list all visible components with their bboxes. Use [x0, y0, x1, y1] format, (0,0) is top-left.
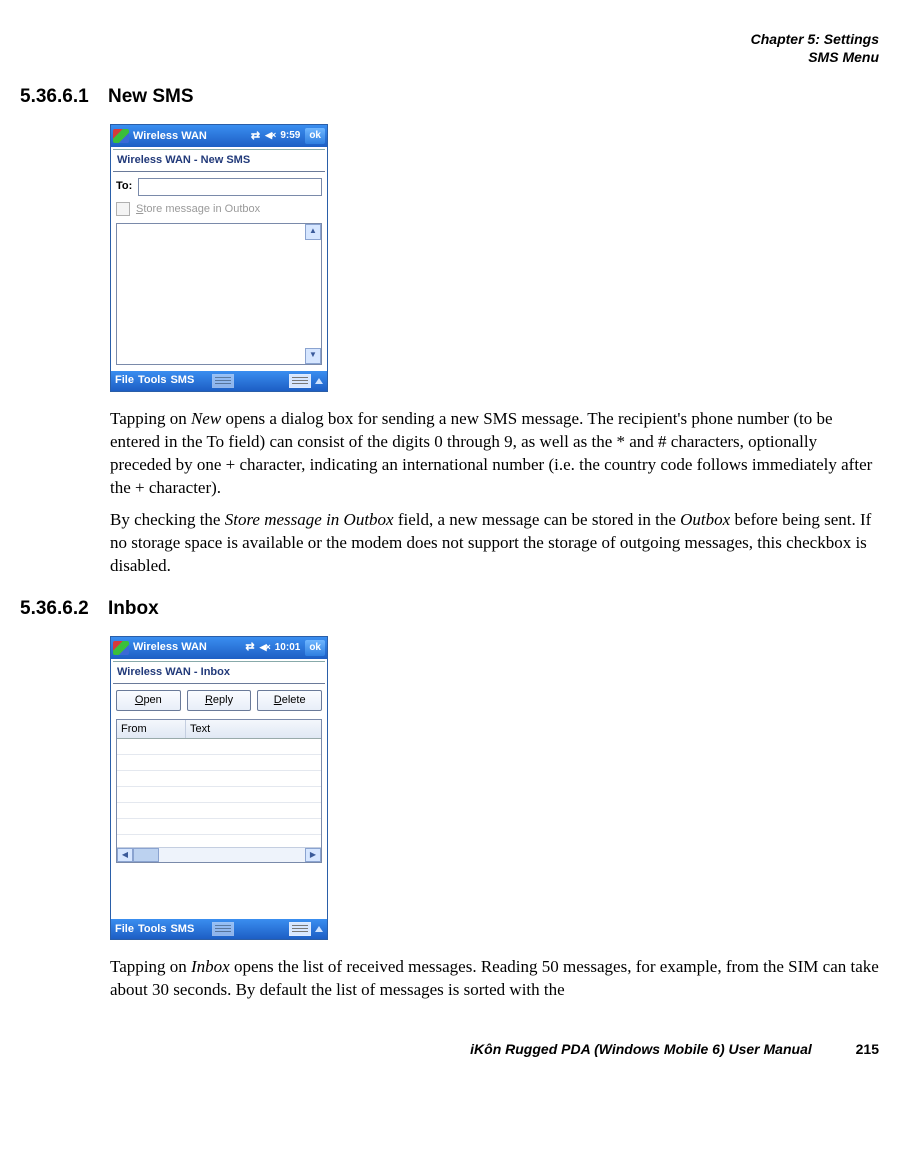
menu-sms[interactable]: SMS: [170, 373, 194, 388]
screenshot-new-sms: Wireless WAN 9:59 ok Wireless WAN - New …: [110, 124, 328, 392]
volume-icon[interactable]: [260, 641, 270, 655]
menu-file[interactable]: File: [115, 373, 134, 388]
store-outbox-row: Store message in Outbox: [116, 202, 322, 217]
section-title: New SMS: [108, 86, 194, 107]
section-number: 5.36.6.1: [20, 84, 108, 110]
titlebar-title: Wireless WAN: [133, 640, 241, 655]
store-outbox-checkbox[interactable]: [116, 202, 130, 216]
column-from[interactable]: From: [117, 720, 186, 739]
clock-text: 10:01: [275, 641, 301, 655]
column-text[interactable]: Text: [186, 720, 321, 739]
menu-tools[interactable]: Tools: [138, 373, 167, 388]
menu-up-icon[interactable]: [315, 378, 323, 384]
footer-text: iKôn Rugged PDA (Windows Mobile 6) User …: [470, 1041, 812, 1057]
to-field[interactable]: [138, 178, 322, 196]
menu-tools[interactable]: Tools: [138, 922, 167, 937]
horiz-scrollbar[interactable]: ◀ ▶: [117, 847, 321, 862]
to-row: To:: [116, 178, 322, 196]
screenshot-inbox: Wireless WAN 10:01 ok Wireless WAN - Inb…: [110, 636, 328, 941]
header-chapter: Chapter 5: Settings: [20, 30, 879, 48]
page-number: 215: [856, 1041, 879, 1057]
ok-button[interactable]: ok: [305, 640, 325, 656]
delete-button[interactable]: Delete: [257, 690, 322, 711]
titlebar-tray: 9:59 ok: [251, 128, 325, 144]
reply-button[interactable]: Reply: [187, 690, 252, 711]
table-row[interactable]: [117, 771, 321, 787]
bottombar: File Tools SMS: [111, 371, 327, 391]
titlebar-title: Wireless WAN: [133, 129, 247, 144]
menu-file[interactable]: File: [115, 922, 134, 937]
to-label: To:: [116, 179, 132, 194]
window-subtitle: Wireless WAN - Inbox: [113, 661, 325, 684]
sip-keyboard-icon[interactable]: [289, 374, 311, 388]
scroll-down-button[interactable]: [305, 348, 321, 364]
message-textarea[interactable]: [116, 223, 322, 365]
titlebar: Wireless WAN 9:59 ok: [111, 125, 327, 147]
section-number: 5.36.6.2: [20, 596, 108, 622]
start-flag-icon[interactable]: [113, 129, 129, 143]
titlebar-tray: 10:01 ok: [245, 640, 325, 656]
keyboard-icon[interactable]: [212, 922, 234, 936]
grid-header: From Text: [117, 720, 321, 740]
bottombar: File Tools SMS: [111, 919, 327, 939]
connectivity-icon[interactable]: [245, 640, 254, 655]
clock-text: 9:59: [280, 129, 300, 143]
section-title: Inbox: [108, 598, 159, 619]
start-flag-icon[interactable]: [113, 641, 129, 655]
page-footer: iKôn Rugged PDA (Windows Mobile 6) User …: [20, 1040, 879, 1059]
store-outbox-label: Store message in Outbox: [136, 202, 260, 217]
s1-paragraph-2: By checking the Store message in Outbox …: [110, 509, 879, 578]
grid-rows: [117, 739, 321, 847]
ok-button[interactable]: ok: [305, 128, 325, 144]
window-body: Open Reply Delete From Text: [111, 686, 327, 920]
table-row[interactable]: [117, 819, 321, 835]
table-row[interactable]: [117, 755, 321, 771]
section-heading-inbox: 5.36.6.2Inbox: [20, 596, 879, 622]
scroll-up-button[interactable]: [305, 224, 321, 240]
s1-paragraph-1: Tapping on New opens a dialog box for se…: [110, 408, 879, 500]
scroll-left-button[interactable]: ◀: [117, 848, 133, 862]
scroll-right-button[interactable]: ▶: [305, 848, 321, 862]
volume-icon[interactable]: [265, 129, 275, 143]
keyboard-icon[interactable]: [212, 374, 234, 388]
table-row[interactable]: [117, 787, 321, 803]
scroll-thumb[interactable]: [133, 848, 159, 862]
s2-paragraph-1: Tapping on Inbox opens the list of recei…: [110, 956, 879, 1002]
table-row[interactable]: [117, 739, 321, 755]
connectivity-icon[interactable]: [251, 129, 260, 144]
scroll-track[interactable]: [159, 848, 305, 862]
sip-keyboard-icon[interactable]: [289, 922, 311, 936]
window-body: To: Store message in Outbox: [111, 174, 327, 371]
menu-sms[interactable]: SMS: [170, 922, 194, 937]
header-section: SMS Menu: [20, 48, 879, 66]
open-button[interactable]: Open: [116, 690, 181, 711]
menu-up-icon[interactable]: [315, 926, 323, 932]
window-subtitle: Wireless WAN - New SMS: [113, 149, 325, 172]
section-heading-new-sms: 5.36.6.1New SMS: [20, 84, 879, 110]
message-grid[interactable]: From Text ◀ ▶: [116, 719, 322, 864]
page-header: Chapter 5: Settings SMS Menu: [20, 30, 879, 66]
table-row[interactable]: [117, 803, 321, 819]
button-row: Open Reply Delete: [116, 690, 322, 711]
titlebar: Wireless WAN 10:01 ok: [111, 637, 327, 659]
lower-spacer: [116, 863, 322, 913]
